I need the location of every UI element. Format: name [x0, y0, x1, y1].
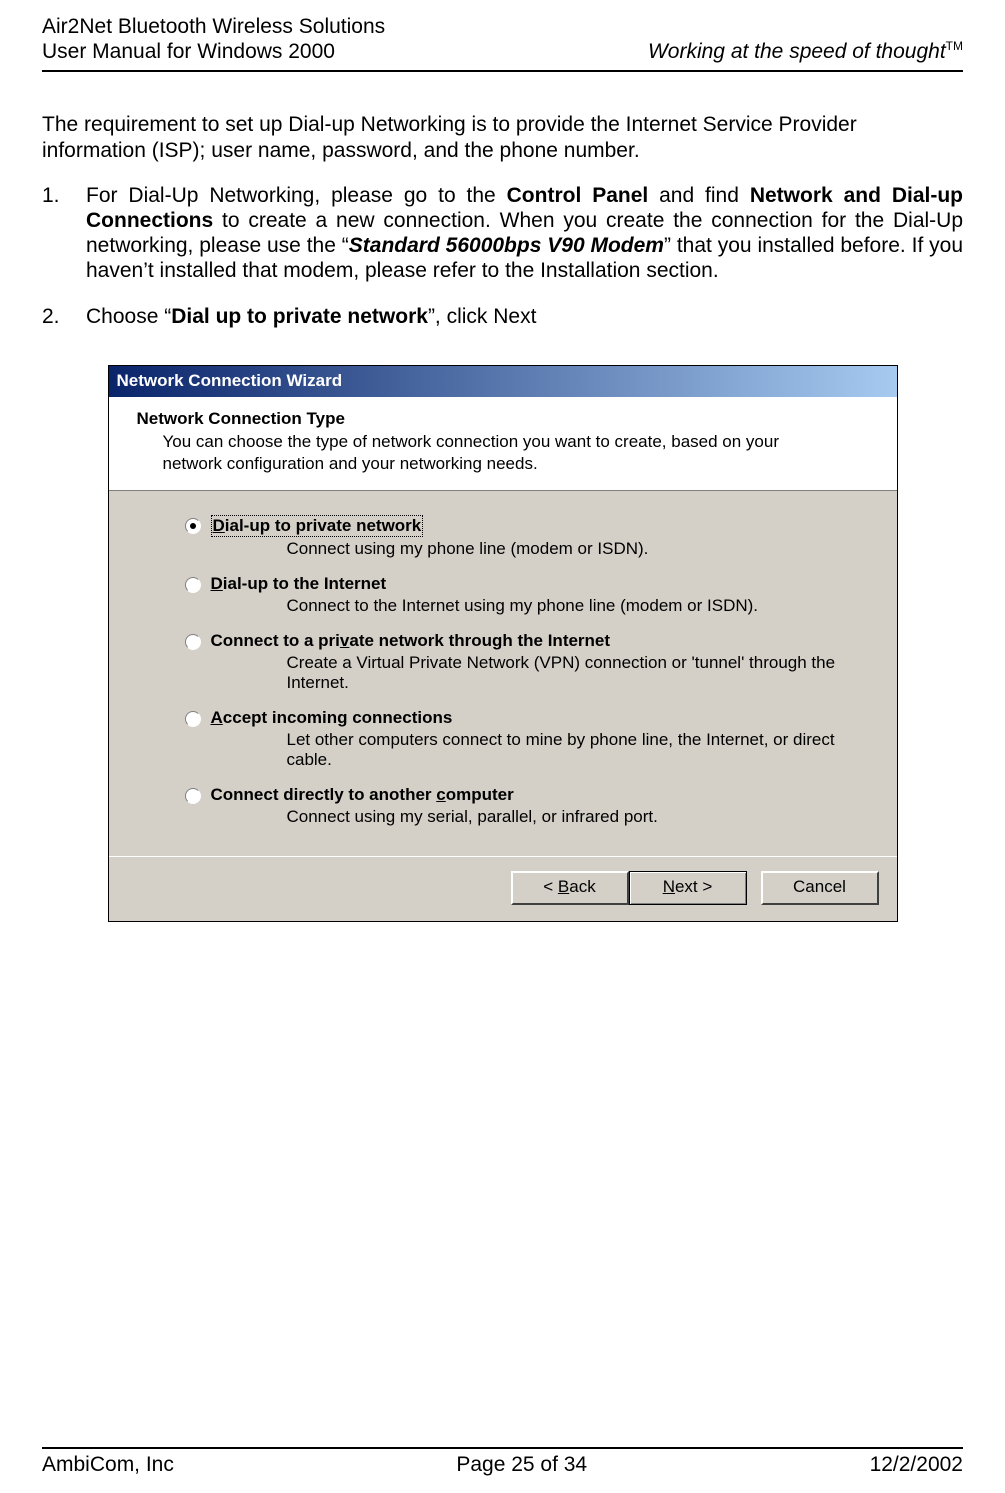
radio-button[interactable] — [185, 518, 201, 534]
option-description: Create a Virtual Private Network (VPN) c… — [185, 651, 897, 694]
option-0: Dial-up to private networkConnect using … — [109, 511, 897, 570]
step-number: 1. — [42, 183, 86, 284]
page-footer: AmbiCom, Inc Page 25 of 34 12/2/2002 — [0, 1447, 1005, 1493]
option-description: Let other computers connect to mine by p… — [185, 728, 897, 771]
radio-button[interactable] — [185, 788, 201, 804]
step-1: 1. For Dial-Up Networking, please go to … — [42, 183, 963, 284]
option-label[interactable]: Dial-up to private network — [211, 515, 424, 537]
header-divider — [42, 70, 963, 72]
wizard-subheading: You can choose the type of network conne… — [109, 431, 897, 474]
option-3: Accept incoming connectionsLet other com… — [109, 704, 897, 781]
header-line2: User Manual for Windows 2000 — [42, 39, 385, 64]
header-left: Air2Net Bluetooth Wireless Solutions Use… — [42, 14, 385, 64]
step-text: Choose “Dial up to private network”, cli… — [86, 304, 963, 329]
option-description: Connect using my serial, parallel, or in… — [185, 805, 897, 827]
step-text: For Dial-Up Networking, please go to the… — [86, 183, 963, 284]
radio-button[interactable] — [185, 577, 201, 593]
option-label[interactable]: Connect to a private network through the… — [211, 631, 611, 651]
back-button[interactable]: < Back — [511, 871, 629, 905]
option-2: Connect to a private network through the… — [109, 627, 897, 704]
header-line1: Air2Net Bluetooth Wireless Solutions — [42, 14, 385, 39]
network-connection-wizard: Network Connection Wizard Network Connec… — [108, 365, 898, 922]
radio-button[interactable] — [185, 711, 201, 727]
step-2: 2. Choose “Dial up to private network”, … — [42, 304, 963, 329]
wizard-heading: Network Connection Type — [109, 409, 897, 431]
cancel-button[interactable]: Cancel — [761, 871, 879, 905]
option-description: Connect to the Internet using my phone l… — [185, 594, 897, 616]
option-1: Dial-up to the InternetConnect to the In… — [109, 570, 897, 627]
option-description: Connect using my phone line (modem or IS… — [185, 537, 897, 559]
option-label[interactable]: Connect directly to another computer — [211, 785, 514, 805]
connection-type-options: Dial-up to private networkConnect using … — [109, 491, 897, 856]
option-label[interactable]: Dial-up to the Internet — [211, 574, 387, 594]
option-label[interactable]: Accept incoming connections — [211, 708, 453, 728]
intro-paragraph: The requirement to set up Dial-up Networ… — [42, 112, 963, 162]
radio-button[interactable] — [185, 634, 201, 650]
step-number: 2. — [42, 304, 86, 329]
footer-right: 12/2/2002 — [870, 1453, 963, 1477]
option-4: Connect directly to another computerConn… — [109, 781, 897, 838]
footer-center: Page 25 of 34 — [456, 1453, 587, 1477]
wizard-titlebar: Network Connection Wizard — [109, 366, 897, 397]
next-button[interactable]: Next > — [629, 871, 747, 905]
footer-left: AmbiCom, Inc — [42, 1453, 174, 1477]
header-right: Working at the speed of thoughtTM — [648, 39, 963, 64]
